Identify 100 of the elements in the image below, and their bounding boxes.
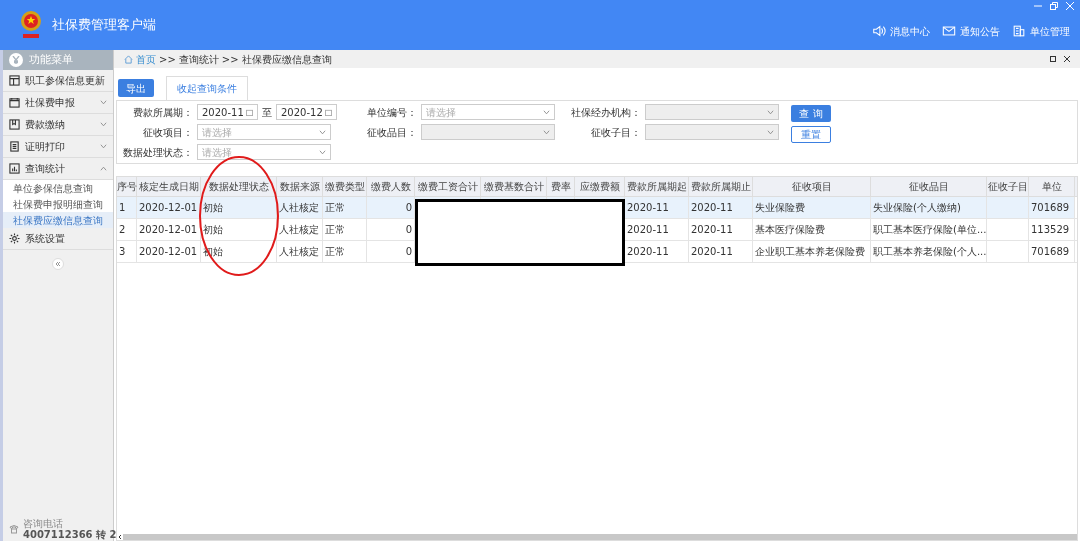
column-header: 数据处理状态 bbox=[201, 177, 277, 196]
table-cell: 2020-11 bbox=[625, 241, 689, 262]
field-label: 征收项目： bbox=[142, 125, 193, 140]
contact-phone: 4007112366 转 2 bbox=[23, 529, 117, 540]
table-cell: 2020-12-01 bbox=[137, 241, 201, 262]
select-field[interactable]: 请选择 bbox=[197, 144, 331, 160]
table-cell: 失业保险(个人缴纳) bbox=[871, 197, 987, 218]
chevron-down-icon bbox=[767, 129, 774, 135]
table-cell: 701689 bbox=[1029, 241, 1075, 262]
double-chevron-left-icon bbox=[55, 261, 61, 267]
sidebar-item[interactable]: 费款缴纳 bbox=[3, 114, 113, 136]
placeholder: 请选择 bbox=[202, 125, 232, 140]
chart-icon bbox=[9, 163, 20, 174]
header-link[interactable]: 单位管理 bbox=[1030, 23, 1070, 39]
field-label: 征收品目： bbox=[366, 125, 417, 140]
table-cell: 正常 bbox=[323, 219, 367, 240]
export-button[interactable]: 导出 bbox=[118, 79, 154, 97]
table-cell: 初始 bbox=[201, 219, 277, 240]
table-cell: 2020-11 bbox=[625, 219, 689, 240]
chevron-down-icon bbox=[319, 149, 326, 155]
table-cell: 正常 bbox=[323, 197, 367, 218]
sidebar-title: 功能菜单 bbox=[29, 51, 73, 68]
date-field[interactable]: 2020-12 bbox=[276, 104, 337, 120]
collapse-button[interactable] bbox=[52, 258, 64, 270]
column-header: 核定生成日期 bbox=[137, 177, 201, 196]
date-field[interactable]: 2020-11 bbox=[197, 104, 258, 120]
select-field[interactable]: 请选择 bbox=[421, 104, 555, 120]
placeholder: 请选择 bbox=[426, 105, 456, 120]
column-header: 缴费工资合计 bbox=[415, 177, 481, 196]
date-value: 2020-12 bbox=[281, 105, 323, 120]
table-cell: 失业保险费 bbox=[753, 197, 871, 218]
header-link[interactable]: 通知公告 bbox=[960, 23, 1000, 39]
header-link[interactable]: 消息中心 bbox=[890, 23, 930, 39]
chevron-down-icon bbox=[543, 109, 550, 115]
table-cell: 2 bbox=[117, 219, 137, 240]
phone-icon bbox=[9, 524, 19, 534]
chevron-down-icon bbox=[543, 129, 550, 135]
restore-icon[interactable] bbox=[1050, 2, 1058, 10]
column-header: 数据来源 bbox=[277, 177, 323, 196]
menu-label: 证明打印 bbox=[25, 140, 65, 154]
table-cell: 职工基本医疗保险(单位... bbox=[871, 219, 987, 240]
table-cell: 2020-11 bbox=[689, 219, 753, 240]
document-icon bbox=[9, 141, 20, 152]
table-cell: 0 bbox=[367, 197, 415, 218]
menu-label: 查询统计 bbox=[25, 162, 65, 176]
table-cell: 人社核定 bbox=[277, 241, 323, 262]
close-icon[interactable] bbox=[1064, 56, 1070, 62]
column-header: 费率 bbox=[547, 177, 575, 196]
breadcrumb-link[interactable]: 首页 bbox=[136, 51, 156, 67]
speaker-icon bbox=[872, 24, 886, 38]
table-cell: 2020-11 bbox=[689, 241, 753, 262]
field-label: 费款所属期： bbox=[132, 105, 193, 120]
app-title: 社保费管理客户端 bbox=[52, 16, 156, 35]
column-header: 征收品目 bbox=[871, 177, 987, 196]
breadcrumb-separator: >> bbox=[159, 52, 176, 67]
column-header: 征收子目 bbox=[987, 177, 1029, 196]
breadcrumb-separator: >> bbox=[221, 52, 239, 67]
table-cell: 正常 bbox=[323, 241, 367, 262]
sidebar-item[interactable]: 系统设置 bbox=[3, 228, 113, 250]
minimize-icon[interactable] bbox=[1034, 2, 1042, 10]
column-header: 序号 bbox=[117, 177, 137, 196]
contact-label: 咨询电话 bbox=[23, 518, 64, 529]
sidebar-item[interactable]: 职工参保信息更新 bbox=[3, 70, 113, 92]
yen-icon bbox=[9, 53, 23, 67]
mail-icon bbox=[942, 24, 956, 38]
column-header: 应缴费额 bbox=[575, 177, 625, 196]
home-icon bbox=[124, 54, 133, 64]
field-label: 社保经办机构： bbox=[570, 105, 641, 120]
calendar-icon bbox=[9, 97, 20, 108]
settings-icon bbox=[9, 233, 20, 244]
column-header: 单位 bbox=[1029, 177, 1075, 196]
column-header: 缴费基数合计 bbox=[481, 177, 547, 196]
table-cell: 基本医疗保险费 bbox=[753, 219, 871, 240]
chevron-down-icon bbox=[767, 109, 774, 115]
table-icon bbox=[9, 75, 20, 86]
table-cell: 2020-11 bbox=[689, 197, 753, 218]
table-cell: 701689 bbox=[1029, 197, 1075, 218]
table-cell: 人社核定 bbox=[277, 197, 323, 218]
sidebar-item[interactable]: 证明打印 bbox=[3, 136, 113, 158]
select-field[interactable]: 请选择 bbox=[197, 124, 331, 140]
table-cell: 职工基本养老保险(个人... bbox=[871, 241, 987, 262]
horizontal-scrollbar[interactable] bbox=[117, 534, 1077, 540]
sidebar-item[interactable]: 社保费申报 bbox=[3, 92, 113, 114]
submenu-item[interactable]: 单位参保信息查询 bbox=[3, 180, 113, 196]
table-cell: 初始 bbox=[201, 197, 277, 218]
table-cell: 3 bbox=[117, 241, 137, 262]
table-cell: 2020-12-01 bbox=[137, 197, 201, 218]
table-cell: 113529 bbox=[1029, 219, 1075, 240]
submenu-item[interactable]: 社保费申报明细查询 bbox=[3, 196, 113, 212]
scroll-left-icon[interactable] bbox=[117, 534, 123, 540]
submenu-item[interactable]: 社保费应缴信息查询 bbox=[3, 212, 113, 228]
tab[interactable]: 收起查询条件 bbox=[166, 76, 248, 100]
reset-button[interactable]: 重置 bbox=[791, 126, 831, 143]
field-label: 征收子目： bbox=[590, 125, 641, 140]
breadcrumb-text: 社保费应缴信息查询 bbox=[241, 52, 332, 67]
table-cell: 2020-11 bbox=[625, 197, 689, 218]
query-button[interactable]: 查 询 bbox=[791, 105, 831, 122]
maximize-icon[interactable] bbox=[1050, 56, 1056, 62]
field-label: 数据处理状态： bbox=[122, 145, 193, 160]
column-header: 费款所属期起 bbox=[625, 177, 689, 196]
